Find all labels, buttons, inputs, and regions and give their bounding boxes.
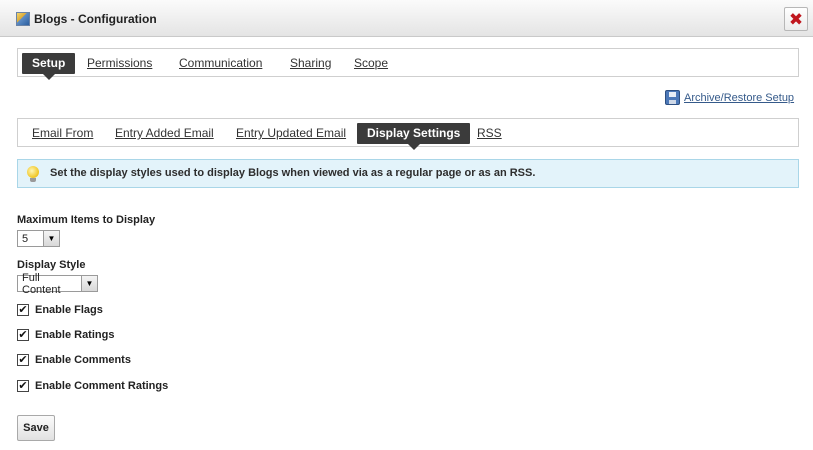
chevron-down-icon: ▼ [43,231,59,246]
info-text: Set the display styles used to display B… [50,167,536,179]
close-button[interactable]: ✖ [784,7,808,31]
enable-comments-checkbox[interactable]: ✔ [17,354,29,366]
enable-ratings-checkbox[interactable]: ✔ [17,329,29,341]
display-style-value: Full Content [22,271,61,296]
tab-permissions[interactable]: Permissions [77,53,162,74]
display-style-select[interactable]: Full Content ▼ [17,272,98,296]
display-style-label: Display Style [17,259,86,271]
enable-comment-ratings-label: Enable Comment Ratings [35,380,169,392]
tab-sharing[interactable]: Sharing [280,53,341,74]
archive-restore-link[interactable]: Archive/Restore Setup [665,90,794,105]
enable-ratings-label: Enable Ratings [35,329,115,341]
enable-flags-row: ✔ Enable Flags [17,304,103,316]
blog-app-icon [16,12,30,26]
archive-restore-label[interactable]: Archive/Restore Setup [684,92,794,104]
tab-email-from[interactable]: Email From [22,123,103,144]
enable-comment-ratings-row: ✔ Enable Comment Ratings [17,380,168,392]
window-title: Blogs - Configuration [34,12,157,26]
top-tab-bar: Setup Permissions Communication Sharing … [17,48,799,80]
enable-comment-ratings-checkbox[interactable]: ✔ [17,380,29,392]
enable-flags-label: Enable Flags [35,304,103,316]
tab-scope[interactable]: Scope [344,53,398,74]
max-items-label: Maximum Items to Display [17,214,156,226]
enable-ratings-row: ✔ Enable Ratings [17,329,114,341]
enable-comments-row: ✔ Enable Comments [17,354,131,366]
lightbulb-icon [27,166,39,182]
sub-tab-bar: Email From Entry Added Email Entry Updat… [17,118,799,150]
tab-entry-added-email[interactable]: Entry Added Email [105,123,224,144]
enable-flags-checkbox[interactable]: ✔ [17,304,29,316]
tab-setup[interactable]: Setup [22,53,76,80]
tab-communication[interactable]: Communication [169,53,272,74]
save-button[interactable]: Save [17,415,55,441]
close-icon: ✖ [788,9,804,29]
chevron-down-icon: ▼ [81,276,97,291]
max-items-select[interactable]: 5 ▼ [17,230,60,247]
tab-display-settings[interactable]: Display Settings [357,123,471,150]
enable-comments-label: Enable Comments [35,354,131,366]
save-disk-icon [665,90,680,105]
max-items-value: 5 [22,232,29,245]
tab-rss[interactable]: RSS [467,123,512,144]
window-titlebar: Blogs - Configuration ✖ [0,0,813,37]
tab-entry-updated-email[interactable]: Entry Updated Email [226,123,356,144]
info-banner: Set the display styles used to display B… [17,159,799,188]
